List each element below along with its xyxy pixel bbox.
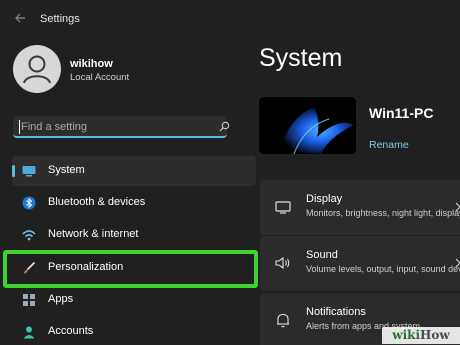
avatar[interactable] <box>13 45 61 93</box>
back-arrow-icon[interactable] <box>14 12 26 24</box>
chevron-right-icon <box>455 202 460 212</box>
sidebar-item-network[interactable]: Network & internet <box>12 220 256 250</box>
page-title: System <box>259 44 343 72</box>
title-bar: Settings <box>0 0 460 38</box>
display-card[interactable]: Display Monitors, brightness, night ligh… <box>260 180 460 235</box>
sidebar-item-bluetooth[interactable]: Bluetooth & devices <box>12 188 256 218</box>
wikihow-watermark: wikiHow <box>382 327 460 344</box>
card-description: Monitors, brightness, night light, displ… <box>306 208 460 218</box>
user-name: wikihow <box>70 58 113 70</box>
card-title: Display <box>306 193 343 205</box>
highlight-box <box>3 250 258 288</box>
search-icon[interactable] <box>219 121 230 132</box>
text-cursor <box>19 120 20 134</box>
sound-card[interactable]: Sound Volume levels, output, input, soun… <box>260 236 460 291</box>
sidebar-item-label: Bluetooth & devices <box>48 196 146 208</box>
device-name: Win11-PC <box>369 105 434 121</box>
sidebar-item-system[interactable]: System <box>12 156 256 186</box>
card-title: Sound <box>306 249 338 261</box>
chevron-right-icon <box>455 258 460 268</box>
bell-icon <box>277 313 289 328</box>
watermark-part1: wiki <box>392 328 421 342</box>
card-title: Notifications <box>306 306 366 318</box>
card-description: Volume levels, output, input, sound devi… <box>306 264 460 274</box>
search-box[interactable] <box>13 116 230 138</box>
windows-bloom-image <box>259 97 356 154</box>
bluetooth-icon <box>22 196 36 210</box>
sidebar-item-label: Network & internet <box>48 228 139 240</box>
sidebar-item-apps[interactable]: Apps <box>12 285 256 315</box>
display-icon <box>275 201 291 214</box>
apps-icon <box>23 294 35 306</box>
person-icon <box>23 326 35 339</box>
sidebar-item-label: Apps <box>48 293 74 305</box>
sidebar-item-label: System <box>48 164 85 176</box>
wifi-icon <box>22 230 36 241</box>
rename-link[interactable]: Rename <box>369 139 409 151</box>
speaker-icon <box>275 256 290 270</box>
watermark-part2: How <box>420 328 450 342</box>
search-input[interactable] <box>21 119 201 134</box>
monitor-icon <box>22 166 36 177</box>
account-type: Local Account <box>70 72 130 83</box>
app-title: Settings <box>40 13 80 25</box>
wallpaper-thumbnail <box>259 97 356 154</box>
sidebar-item-label: Accounts <box>48 325 94 337</box>
person-icon <box>23 55 51 84</box>
sidebar-item-accounts[interactable]: Accounts <box>12 317 256 345</box>
